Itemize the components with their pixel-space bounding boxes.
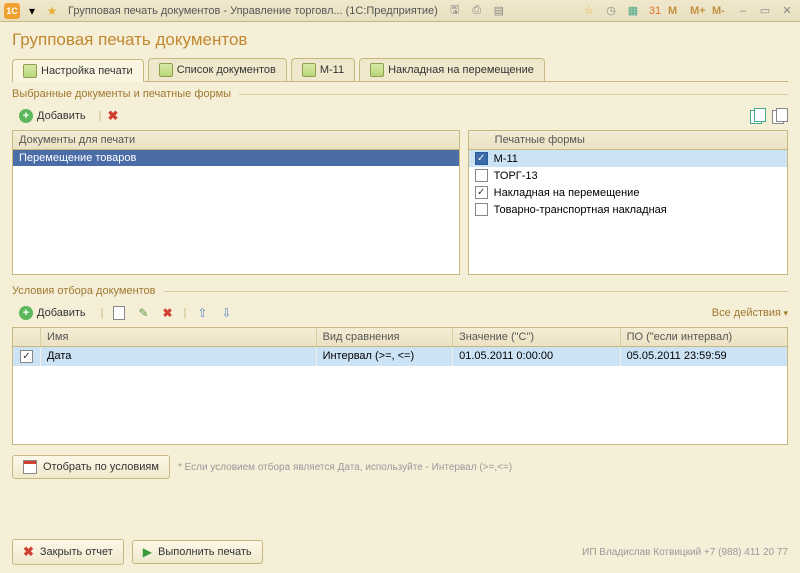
history-icon[interactable]: ◷ xyxy=(602,3,620,19)
conditions-toolbar: + Добавить | ✎ ✖ | ⇧ ⇩ Все действия xyxy=(12,303,788,323)
col-name[interactable]: Имя xyxy=(41,328,317,346)
app-badge-1c: 1C xyxy=(4,3,20,19)
tab-icon xyxy=(23,64,37,78)
col-value[interactable]: Значение ("С") xyxy=(453,328,620,346)
toolbar-doc-icon[interactable]: ▤ xyxy=(490,3,508,19)
documents-panel: Документы для печати Перемещение товаров xyxy=(12,130,460,275)
tab-print-settings[interactable]: Настройка печати xyxy=(12,59,144,82)
restore-button[interactable]: ▭ xyxy=(756,3,774,19)
tab-m11[interactable]: М-11 xyxy=(291,58,355,81)
favorite-icon[interactable]: ☆ xyxy=(580,3,598,19)
conditions-grid: Имя Вид сравнения Значение ("С") ПО ("ес… xyxy=(12,327,788,445)
mem-mplus-button[interactable]: M+ xyxy=(690,5,708,17)
minimize-button[interactable]: – xyxy=(734,3,752,19)
calc-icon[interactable]: ▦ xyxy=(624,3,642,19)
document-row[interactable]: Перемещение товаров xyxy=(13,150,459,166)
vendor-info: ИП Владислав Котвицкий +7 (988) 411 20 7… xyxy=(582,547,788,558)
tab-label: Накладная на перемещение xyxy=(388,64,534,76)
window-title: Групповая печать документов - Управление… xyxy=(68,5,438,17)
print-label: Выполнить печать xyxy=(158,546,252,558)
filter-label: Отобрать по условиям xyxy=(43,461,159,473)
titlebar: 1C ▾ ★ Групповая печать документов - Упр… xyxy=(0,0,800,22)
form-label: ТОРГ-13 xyxy=(494,170,538,182)
print-forms-header: Печатные формы xyxy=(469,131,787,150)
form-row[interactable]: Накладная на перемещение xyxy=(469,184,787,201)
form-row[interactable]: Товарно-транспортная накладная xyxy=(469,201,787,218)
documents-header: Документы для печати xyxy=(13,131,459,150)
delete-doc-button[interactable]: ✖ xyxy=(107,108,118,124)
condition-row[interactable]: Дата Интервал (>=, <=) 01.05.2011 0:00:0… xyxy=(13,347,787,366)
move-down-button[interactable]: ⇩ xyxy=(218,305,234,321)
filter-by-conditions-button[interactable]: Отобрать по условиям xyxy=(12,455,170,479)
calendar-filter-icon xyxy=(23,460,37,474)
form-row[interactable]: М-11 xyxy=(469,150,787,167)
filter-note: * Если условием отбора является Дата, ис… xyxy=(178,462,512,473)
all-actions-menu[interactable]: Все действия xyxy=(712,307,788,319)
footer: ✖ Закрыть отчет ▶ Выполнить печать ИП Влад… xyxy=(12,539,788,565)
section-docs-forms-label: Выбранные документы и печатные формы xyxy=(12,88,788,100)
add-condition-button[interactable]: + Добавить xyxy=(12,303,93,323)
form-row[interactable]: ТОРГ-13 xyxy=(469,167,787,184)
close-icon: ✖ xyxy=(23,544,34,560)
toolbar-print-icon[interactable]: ⎙ xyxy=(468,3,486,19)
tab-icon xyxy=(370,63,384,77)
form-label: М-11 xyxy=(494,153,518,165)
add-label: Добавить xyxy=(37,110,86,122)
dropdown-icon[interactable]: ▾ xyxy=(24,3,40,19)
delete-condition-button[interactable]: ✖ xyxy=(159,305,175,321)
tab-icon xyxy=(302,63,316,77)
separator: | xyxy=(183,307,186,319)
cell-name: Дата xyxy=(41,347,317,366)
tab-label: М-11 xyxy=(320,64,344,76)
plus-icon: + xyxy=(19,109,33,123)
uncheck-all-button[interactable] xyxy=(772,108,788,124)
close-label: Закрыть отчет xyxy=(40,546,113,558)
tab-label: Список документов xyxy=(177,64,276,76)
copy-condition-button[interactable] xyxy=(111,305,127,321)
edit-condition-button[interactable]: ✎ xyxy=(135,305,151,321)
forms-header-label: Печатные формы xyxy=(495,134,585,146)
grid-header: Имя Вид сравнения Значение ("С") ПО ("ес… xyxy=(13,328,787,347)
cell-to: 05.05.2011 23:59:59 xyxy=(621,347,787,366)
form-checkbox[interactable] xyxy=(475,203,488,216)
tab-naklad[interactable]: Накладная на перемещение xyxy=(359,58,545,81)
add-label: Добавить xyxy=(37,307,86,319)
form-checkbox[interactable] xyxy=(475,169,488,182)
separator: | xyxy=(99,110,102,122)
add-doc-button[interactable]: + Добавить xyxy=(12,106,93,126)
form-checkbox[interactable] xyxy=(475,186,488,199)
mem-mminus-button[interactable]: M- xyxy=(712,5,730,17)
play-icon: ▶ xyxy=(143,545,152,559)
cell-compare: Интервал (>=, <=) xyxy=(317,347,454,366)
docs-toolbar: + Добавить | ✖ xyxy=(12,106,788,126)
star-icon[interactable]: ★ xyxy=(44,3,60,19)
close-window-button[interactable]: ✕ xyxy=(778,3,796,19)
check-all-button[interactable] xyxy=(750,108,766,124)
close-report-button[interactable]: ✖ Закрыть отчет xyxy=(12,539,124,565)
print-forms-panel: Печатные формы М-11 ТОРГ-13 Накладная на… xyxy=(468,130,788,275)
tab-doc-list[interactable]: Список документов xyxy=(148,58,287,81)
tab-icon xyxy=(159,63,173,77)
tab-strip: Настройка печати Список документов М-11 … xyxy=(12,58,788,82)
plus-icon: + xyxy=(19,306,33,320)
form-checkbox[interactable] xyxy=(475,152,488,165)
mem-m-button[interactable]: M xyxy=(668,5,686,17)
page-title: Групповая печать документов xyxy=(12,30,788,50)
form-label: Товарно-транспортная накладная xyxy=(494,204,667,216)
run-print-button[interactable]: ▶ Выполнить печать xyxy=(132,540,263,564)
separator: | xyxy=(101,307,104,319)
document-label: Перемещение товаров xyxy=(19,152,136,164)
col-to[interactable]: ПО ("если интервал) xyxy=(621,328,787,346)
section-conditions-label: Условия отбора документов xyxy=(12,285,788,297)
cell-value: 01.05.2011 0:00:00 xyxy=(453,347,620,366)
toolbar-save-icon[interactable]: 🖫 xyxy=(446,3,464,19)
form-label: Накладная на перемещение xyxy=(494,187,640,199)
condition-checkbox[interactable] xyxy=(20,350,33,363)
col-compare[interactable]: Вид сравнения xyxy=(317,328,454,346)
move-up-button[interactable]: ⇧ xyxy=(194,305,210,321)
calendar-icon[interactable]: 31 xyxy=(646,3,664,19)
tab-label: Настройка печати xyxy=(41,65,133,77)
